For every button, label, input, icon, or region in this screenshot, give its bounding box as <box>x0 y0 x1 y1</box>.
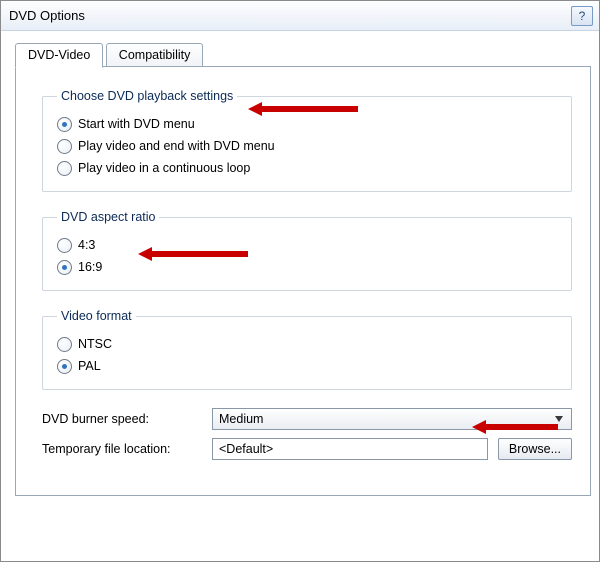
radio-icon <box>57 238 72 253</box>
radio-label: Play video in a continuous loop <box>78 161 250 175</box>
group-legend: Video format <box>57 309 136 323</box>
radio-icon <box>57 139 72 154</box>
radio-icon <box>57 161 72 176</box>
radio-start-with-menu[interactable]: Start with DVD menu <box>57 113 557 135</box>
combo-value: Medium <box>219 412 551 426</box>
burner-speed-label: DVD burner speed: <box>42 412 202 426</box>
button-label: Browse... <box>509 442 561 456</box>
tab-label: DVD-Video <box>28 48 90 62</box>
temp-location-input[interactable] <box>212 438 488 460</box>
radio-format-ntsc[interactable]: NTSC <box>57 333 557 355</box>
group-aspect-ratio: DVD aspect ratio 4:3 16:9 <box>42 210 572 291</box>
group-video-format: Video format NTSC PAL <box>42 309 572 390</box>
tabstrip: DVD-Video Compatibility <box>15 43 599 67</box>
client-area: DVD-Video Compatibility Choose DVD playb… <box>1 31 599 561</box>
tab-compatibility[interactable]: Compatibility <box>106 43 204 68</box>
chevron-down-icon <box>551 410 567 428</box>
window-title: DVD Options <box>9 8 571 23</box>
radio-icon <box>57 359 72 374</box>
radio-format-pal[interactable]: PAL <box>57 355 557 377</box>
radio-icon <box>57 260 72 275</box>
help-icon: ? <box>579 9 586 23</box>
radio-label: Start with DVD menu <box>78 117 195 131</box>
radio-icon <box>57 117 72 132</box>
tabpanel-dvd-video: Choose DVD playback settings Start with … <box>15 66 591 496</box>
radio-label: 16:9 <box>78 260 102 274</box>
radio-aspect-4-3[interactable]: 4:3 <box>57 234 557 256</box>
group-legend: DVD aspect ratio <box>57 210 159 224</box>
burner-speed-combo[interactable]: Medium <box>212 408 572 430</box>
browse-button[interactable]: Browse... <box>498 438 572 460</box>
group-legend: Choose DVD playback settings <box>57 89 237 103</box>
tab-label: Compatibility <box>119 48 191 62</box>
radio-play-end-with-menu[interactable]: Play video and end with DVD menu <box>57 135 557 157</box>
radio-label: NTSC <box>78 337 112 351</box>
group-playback-settings: Choose DVD playback settings Start with … <box>42 89 572 192</box>
radio-aspect-16-9[interactable]: 16:9 <box>57 256 557 278</box>
row-burner-speed: DVD burner speed: Medium <box>42 408 572 430</box>
titlebar: DVD Options ? <box>1 1 599 31</box>
tab-dvd-video[interactable]: DVD-Video <box>15 43 103 68</box>
radio-label: 4:3 <box>78 238 95 252</box>
radio-icon <box>57 337 72 352</box>
radio-play-continuous-loop[interactable]: Play video in a continuous loop <box>57 157 557 179</box>
radio-label: PAL <box>78 359 101 373</box>
dvd-options-dialog: DVD Options ? DVD-Video Compatibility Ch… <box>0 0 600 562</box>
help-button[interactable]: ? <box>571 6 593 26</box>
radio-label: Play video and end with DVD menu <box>78 139 275 153</box>
row-temp-location: Temporary file location: Browse... <box>42 438 572 460</box>
temp-location-label: Temporary file location: <box>42 442 202 456</box>
